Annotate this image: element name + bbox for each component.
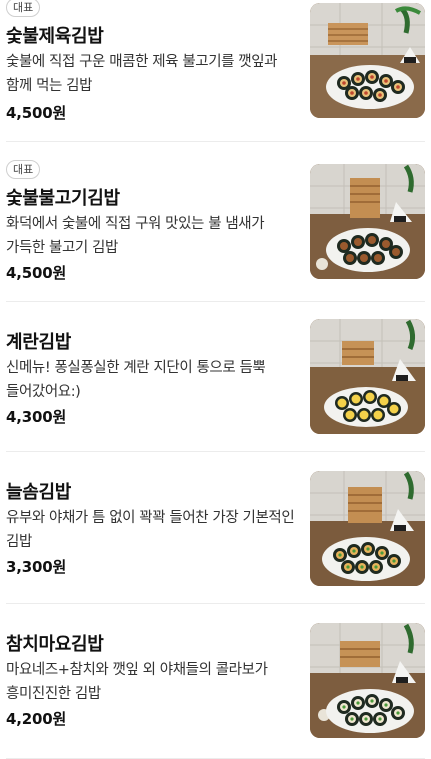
menu-item-name: 숯불제육김밥: [6, 26, 104, 47]
signature-badge: 대표: [6, 160, 41, 179]
menu-item-price: 4,500원: [6, 104, 67, 122]
menu-item-price: 4,200원: [6, 710, 67, 728]
menu-item-description: 마요네즈+참치와 깻잎 외 야채들의 콜라보가 흥미진진한 김밥: [6, 662, 268, 702]
menu-item-name: 늘솜김밥: [6, 482, 72, 503]
menu-item-egg-kimbap[interactable]: 계란김밥 신메뉴! 퐁실퐁실한 계란 지단이 통으로 듬뿍 들어갔어요:) 4,…: [0, 302, 431, 452]
menu-item-price: 4,500원: [6, 264, 67, 282]
menu-list: 대표 숯불제육김밥 숯불에 직접 구운 매콤한 제육 불고기를 깻잎과 함께 먹…: [0, 0, 431, 759]
kimbap-photo-icon: [310, 164, 425, 279]
menu-item-description: 신메뉴! 퐁실퐁실한 계란 지단이 통으로 듬뿍 들어갔어요:): [6, 360, 266, 400]
menu-item-name: 계란김밥: [6, 332, 72, 353]
kimbap-photo-icon: [310, 319, 425, 434]
menu-item-bulgogi-kimbap[interactable]: 대표 숯불불고기김밥 화덕에서 숯불에 직접 구워 맛있는 불 냄새가 가득한 …: [0, 142, 431, 302]
menu-item-neulsom-kimbap[interactable]: 늘솜김밥 유부와 야채가 틈 없이 꽉꽉 들어찬 가장 기본적인 김밥 3,30…: [0, 452, 431, 604]
menu-item-price: 3,300원: [6, 558, 67, 576]
menu-item-description: 화덕에서 숯불에 직접 구워 맛있는 불 냄새가 가득한 불고기 김밥: [6, 216, 265, 256]
signature-badge: 대표: [6, 0, 41, 17]
menu-item-name: 참치마요김밥: [6, 634, 104, 655]
menu-item-description: 숯불에 직접 구운 매콤한 제육 불고기를 깻잎과 함께 먹는 김밥: [6, 54, 278, 94]
kimbap-photo-icon: [310, 471, 425, 586]
menu-item-description: 유부와 야채가 틈 없이 꽉꽉 들어찬 가장 기본적인 김밥: [6, 510, 295, 550]
menu-item-jeyuk-kimbap[interactable]: 대표 숯불제육김밥 숯불에 직접 구운 매콤한 제육 불고기를 깻잎과 함께 먹…: [0, 0, 431, 142]
menu-item-price: 4,300원: [6, 408, 67, 426]
kimbap-photo-icon: [310, 623, 425, 738]
menu-item-name: 숯불불고기김밥: [6, 188, 120, 209]
kimbap-photo-icon: [310, 3, 425, 118]
menu-item-tuna-mayo-kimbap[interactable]: 참치마요김밥 마요네즈+참치와 깻잎 외 야채들의 콜라보가 흥미진진한 김밥 …: [0, 604, 431, 759]
